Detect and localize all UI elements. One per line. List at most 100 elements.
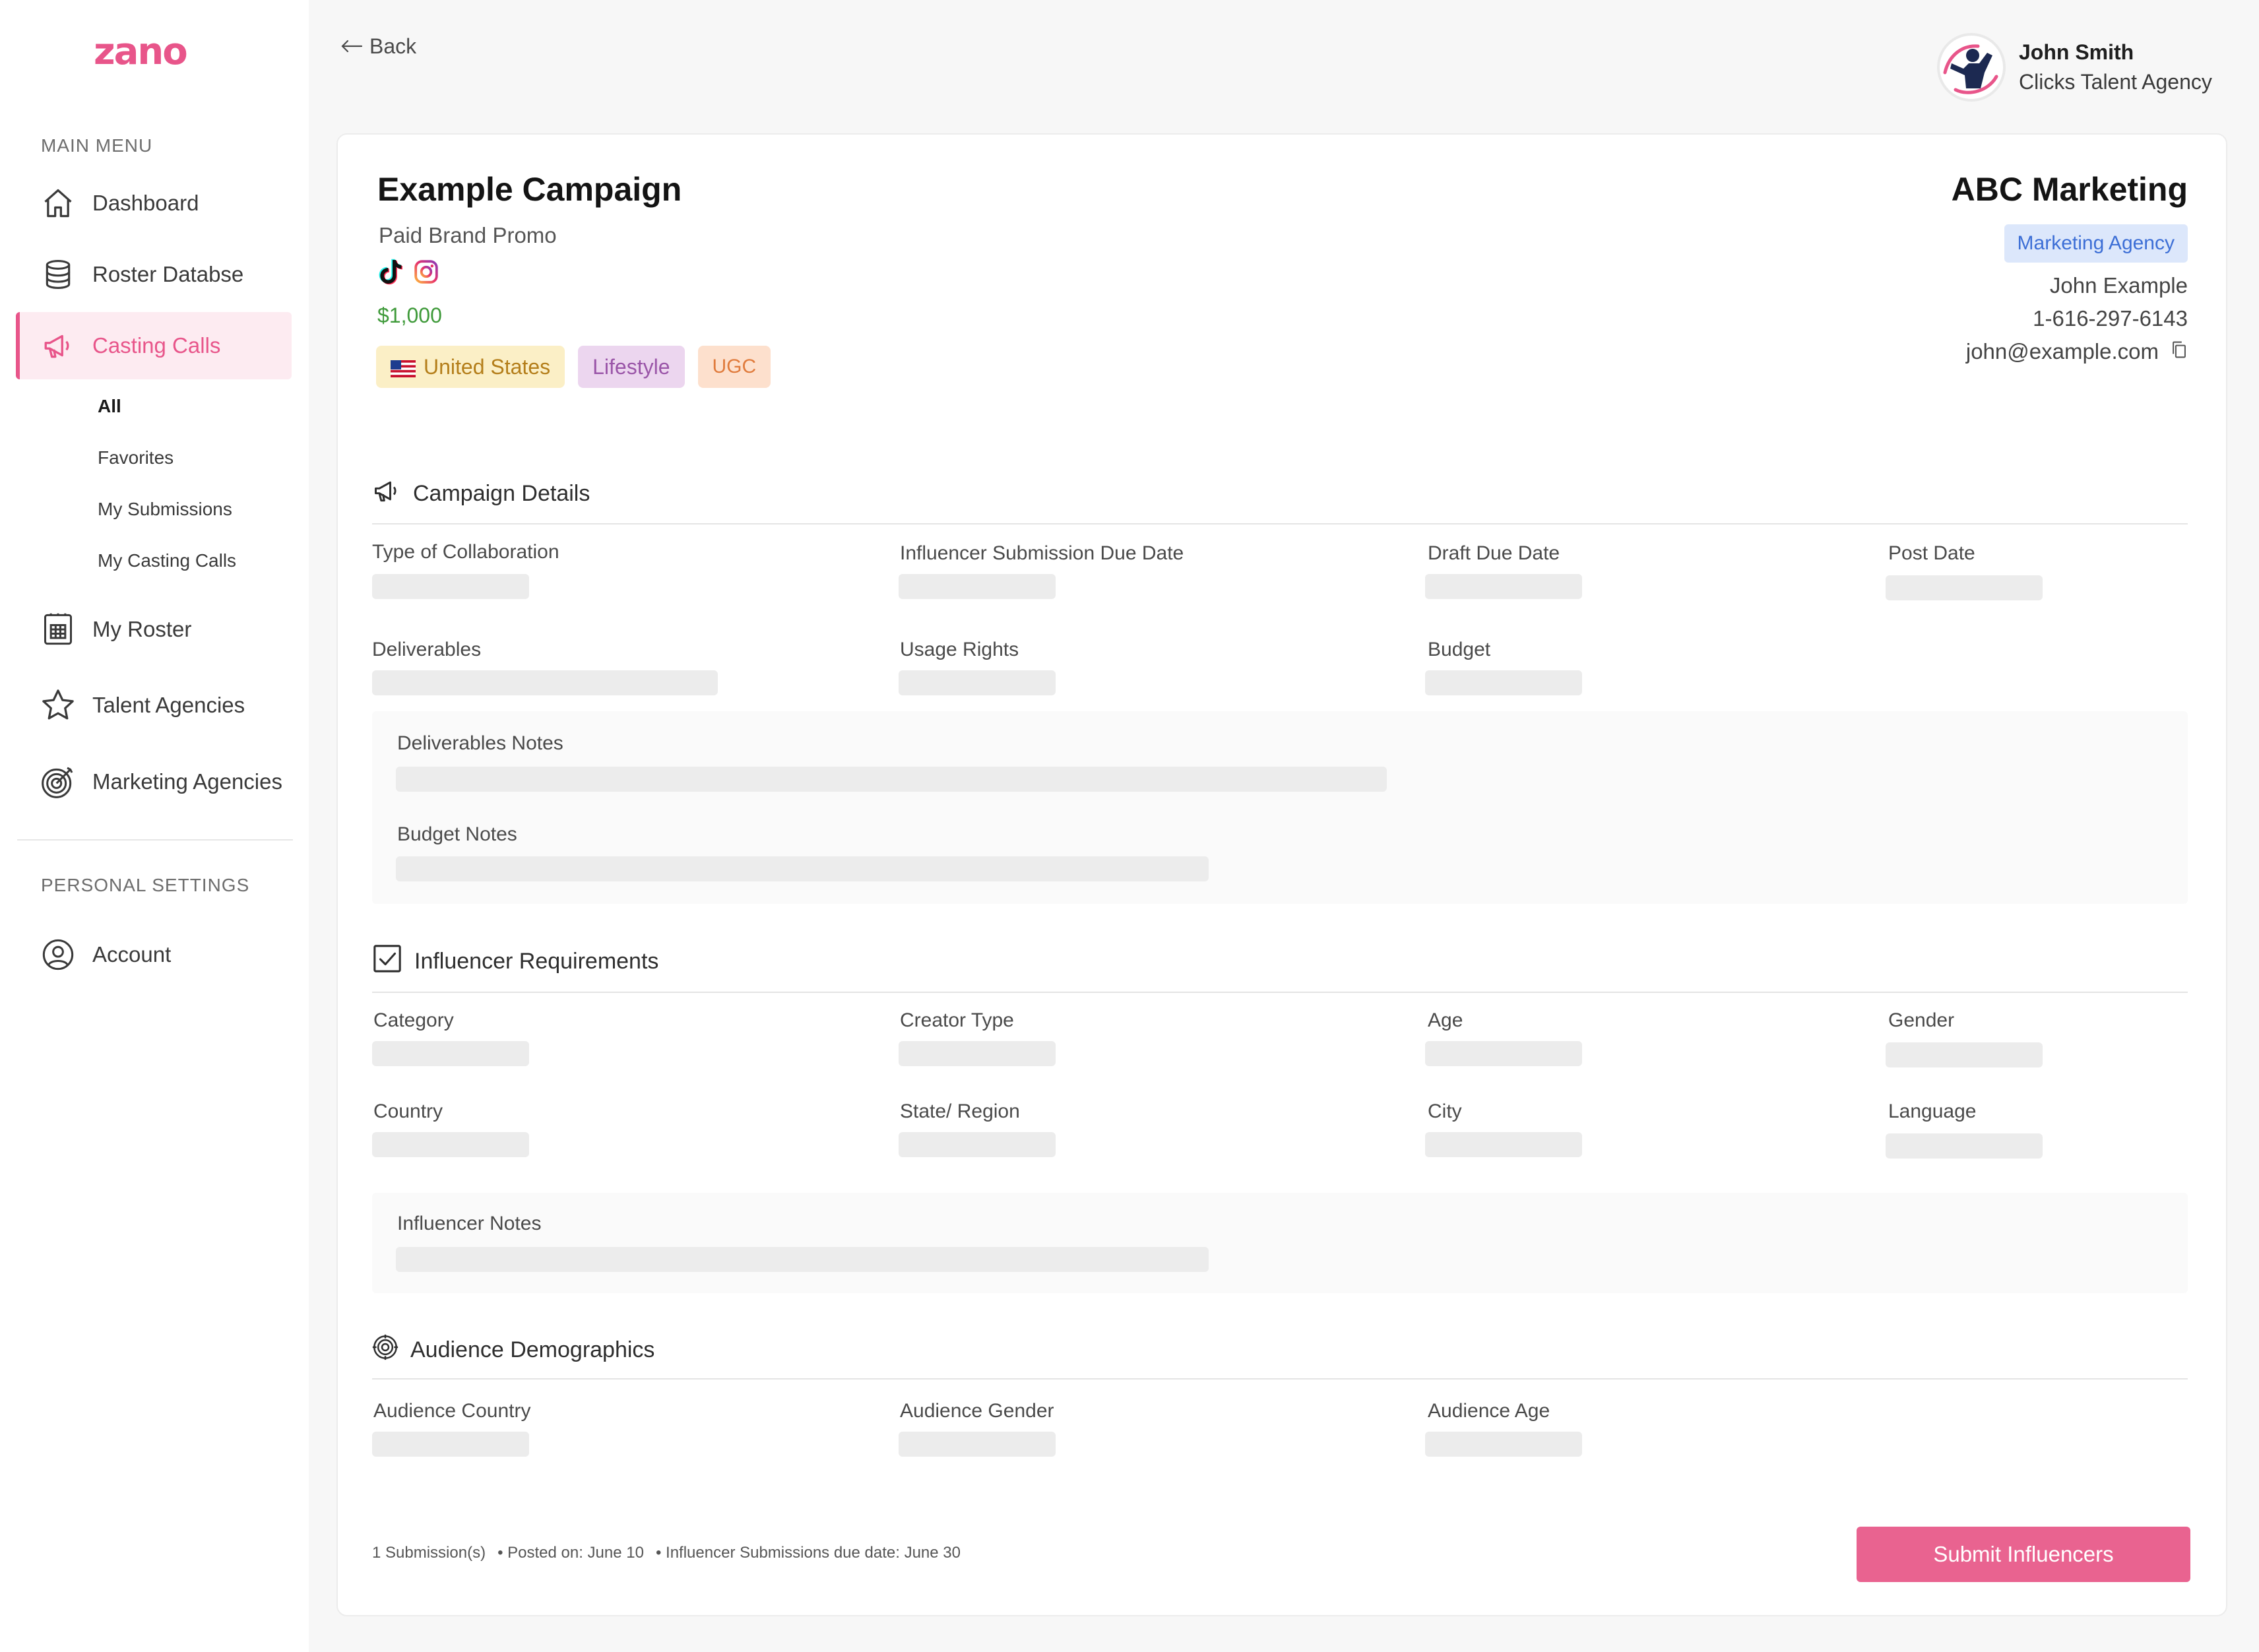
sidebar-item-talent-agencies[interactable]: Talent Agencies xyxy=(16,672,292,739)
sidebar-item-dashboard[interactable]: Dashboard xyxy=(16,170,292,237)
database-icon xyxy=(40,256,77,293)
submission-count: 1 Submission(s) xyxy=(372,1544,486,1562)
sidebar-item-label: Casting Calls xyxy=(92,333,221,358)
arrow-left-icon xyxy=(340,34,363,59)
sidebar-item-label: Account xyxy=(92,942,172,967)
value-collaboration xyxy=(372,574,529,599)
label-city: City xyxy=(1428,1100,1462,1122)
user-agency: Clicks Talent Agency xyxy=(2019,70,2212,94)
label-collaboration: Type of Collaboration xyxy=(372,541,559,563)
campaign-tags: United States Lifestyle UGC xyxy=(376,346,771,388)
casting-subitem-favorites[interactable]: Favorites xyxy=(98,447,174,468)
social-platforms xyxy=(377,259,439,285)
section-title: Audience Demographics xyxy=(410,1337,655,1362)
sidebar-item-label: Dashboard xyxy=(92,191,199,215)
value-influencer-notes xyxy=(396,1247,1209,1272)
value-post-date xyxy=(1886,575,2043,600)
user-circle-icon xyxy=(40,936,77,973)
sidebar-item-label: Talent Agencies xyxy=(92,693,245,717)
sidebar-divider xyxy=(17,839,293,841)
sidebar-item-label: My Roster xyxy=(92,617,192,641)
value-deliverables xyxy=(372,670,718,695)
value-audience-gender xyxy=(899,1432,1056,1457)
contact-phone: 1-616-297-6143 xyxy=(2033,306,2188,331)
app-logo[interactable]: zano xyxy=(94,30,188,73)
label-category: Category xyxy=(373,1009,454,1031)
campaign-meta: 1 Submission(s) • Posted on: June 10 • I… xyxy=(372,1544,961,1562)
casting-subitem-my-casting-calls[interactable]: My Casting Calls xyxy=(98,550,236,571)
contact-name: John Example xyxy=(2049,273,2188,298)
casting-subitem-my-submissions[interactable]: My Submissions xyxy=(98,499,232,520)
megaphone-icon xyxy=(40,327,77,364)
value-audience-country xyxy=(372,1432,529,1457)
value-country xyxy=(372,1132,529,1157)
copy-icon[interactable] xyxy=(2171,339,2188,364)
avatar[interactable] xyxy=(1937,33,2006,102)
value-budget-notes xyxy=(396,856,1209,881)
target-icon xyxy=(40,763,77,800)
sidebar-item-marketing-agencies[interactable]: Marketing Agencies xyxy=(16,748,292,815)
personal-settings-heading: PERSONAL SETTINGS xyxy=(41,875,250,895)
sidebar-item-my-roster[interactable]: My Roster xyxy=(16,596,292,663)
campaign-details-heading: Campaign Details xyxy=(372,476,2188,524)
section-title: Campaign Details xyxy=(413,481,590,506)
label-deliverables: Deliverables xyxy=(372,639,482,660)
megaphone-icon xyxy=(372,476,401,511)
value-creator-type xyxy=(899,1041,1056,1066)
sidebar-item-casting-calls[interactable]: Casting Calls xyxy=(16,312,292,379)
sidebar-item-roster-database[interactable]: Roster Databse xyxy=(16,241,292,308)
country-tag: United States xyxy=(376,346,565,388)
label-audience-gender: Audience Gender xyxy=(900,1400,1054,1422)
us-flag-icon xyxy=(391,358,416,377)
label-usage-rights: Usage Rights xyxy=(900,639,1019,660)
contact-email-row: john@example.com xyxy=(1952,339,2188,364)
label-gender: Gender xyxy=(1888,1009,1955,1031)
sidebar-item-label: Roster Databse xyxy=(92,262,244,286)
star-icon xyxy=(40,687,77,724)
sidebar-item-account[interactable]: Account xyxy=(16,921,292,988)
value-age xyxy=(1425,1041,1582,1066)
user-name: John Smith xyxy=(2019,40,2134,64)
user-profile[interactable]: John Smith Clicks Talent Agency xyxy=(1937,33,2212,102)
value-audience-age xyxy=(1425,1432,1582,1457)
campaign-type: Paid Brand Promo xyxy=(379,223,557,247)
sidebar-item-label: Marketing Agencies xyxy=(92,769,282,794)
submit-influencers-button[interactable]: Submit Influencers xyxy=(1857,1527,2190,1582)
target-icon xyxy=(372,1334,398,1366)
value-city xyxy=(1425,1132,1582,1157)
company-type-badge: Marketing Agency xyxy=(2004,224,2188,263)
main-menu-heading: MAIN MENU xyxy=(41,135,153,156)
value-draft-due xyxy=(1425,574,1582,599)
category-tag: Lifestyle xyxy=(578,346,685,388)
label-audience-country: Audience Country xyxy=(373,1400,531,1422)
campaign-card: Example Campaign Paid Brand Promo $1,000 xyxy=(336,133,2227,1616)
posted-on: • Posted on: June 10 xyxy=(497,1544,644,1562)
label-budget-notes: Budget Notes xyxy=(397,823,517,845)
casting-subitem-all[interactable]: All xyxy=(98,396,121,417)
value-budget xyxy=(1425,670,1582,695)
label-country: Country xyxy=(373,1100,443,1122)
campaign-title: Example Campaign xyxy=(377,171,682,208)
country-tag-label: United States xyxy=(424,354,551,379)
company-name: ABC Marketing xyxy=(1951,171,2188,208)
tiktok-icon xyxy=(377,259,404,285)
back-label: Back xyxy=(369,34,417,58)
value-category xyxy=(372,1041,529,1066)
value-gender xyxy=(1886,1042,2043,1067)
influencer-requirements-heading: Influencer Requirements xyxy=(372,943,2188,993)
label-language: Language xyxy=(1888,1100,1977,1122)
back-link[interactable]: Back xyxy=(340,34,416,59)
campaign-price: $1,000 xyxy=(377,303,442,327)
influencer-notes-box xyxy=(372,1193,2188,1293)
format-tag: UGC xyxy=(697,346,771,388)
label-age: Age xyxy=(1428,1009,1463,1031)
label-creator-type: Creator Type xyxy=(900,1009,1014,1031)
checkbox-checked-icon xyxy=(372,943,402,980)
value-deliverables-notes xyxy=(396,767,1387,792)
label-submission-due: Influencer Submission Due Date xyxy=(900,542,1184,564)
label-audience-age: Audience Age xyxy=(1428,1400,1550,1422)
value-usage-rights xyxy=(899,670,1056,695)
value-state-region xyxy=(899,1132,1056,1157)
label-influencer-notes: Influencer Notes xyxy=(397,1213,542,1234)
label-deliverables-notes: Deliverables Notes xyxy=(397,732,563,754)
